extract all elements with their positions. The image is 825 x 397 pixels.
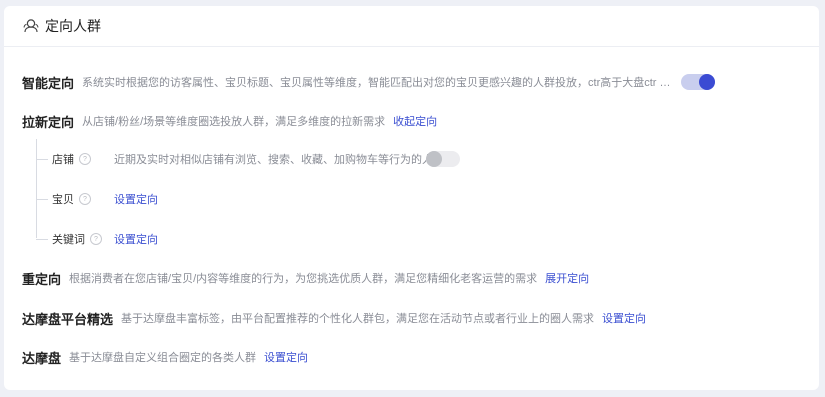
dmp-select-desc: 基于达摩盘丰富标签，由平台配置推荐的个性化人群包，满足您在活动节点或者行业上的圈… [121, 313, 595, 325]
tree-branch [36, 238, 48, 240]
acquisition-targeting-row: 拉新定向 从店铺/粉丝/场景等维度圈选投放人群，满足多维度的拉新需求 收起定向 [22, 111, 819, 131]
tree-branch [36, 198, 48, 200]
smart-targeting-label: 智能定向 [22, 75, 75, 91]
acquisition-targeting-desc: 从店铺/粉丝/场景等维度圈选投放人群，满足多维度的拉新需求 [82, 116, 386, 128]
collapse-targeting-link[interactable]: 收起定向 [393, 113, 437, 129]
sub-item-store-desc: 近期及实时对相似店铺有浏览、搜索、收藏、加购物车等行为的人群 [114, 154, 444, 166]
dmp-select-row: 达摩盘平台精选 基于达摩盘丰富标签，由平台配置推荐的个性化人群包，满足您在活动节… [22, 308, 819, 328]
page-title: 定向人群 [45, 18, 101, 34]
toggle-knob [699, 74, 715, 90]
retargeting-row: 重定向 根据消费者在您店铺/宝贝/内容等维度的行为，为您挑选优质人群，满足您精细… [22, 268, 819, 288]
expand-targeting-link[interactable]: 展开定向 [545, 270, 589, 286]
help-icon[interactable]: ? [90, 233, 102, 245]
targeting-card: 定向人群 智能定向 系统实时根据您的访客属性、宝贝标题、宝贝属性等维度，智能匹配… [4, 6, 819, 390]
sub-item-product: 宝贝 ? 设置定向 [36, 190, 158, 208]
sub-item-product-label: 宝贝 [52, 194, 74, 206]
dmp-select-label: 达摩盘平台精选 [22, 311, 114, 327]
retargeting-label: 重定向 [22, 271, 62, 287]
sub-item-store-label: 店铺 [52, 154, 74, 166]
dmp-select-set-targeting-link[interactable]: 设置定向 [602, 310, 646, 326]
tree-branch [36, 158, 48, 160]
help-icon[interactable]: ? [79, 153, 91, 165]
smart-targeting-toggle[interactable] [681, 74, 715, 90]
keyword-set-targeting-link[interactable]: 设置定向 [114, 231, 158, 247]
people-target-icon [22, 17, 40, 35]
dmp-row: 达摩盘 基于达摩盘自定义组合圈定的各类人群 设置定向 [22, 347, 819, 367]
retargeting-desc: 根据消费者在您店铺/宝贝/内容等维度的行为，为您挑选优质人群，满足您精细化老客运… [69, 273, 538, 285]
sub-item-keyword-label: 关键词 [52, 234, 85, 246]
card-header: 定向人群 [4, 6, 819, 47]
toggle-knob [426, 151, 442, 167]
product-set-targeting-link[interactable]: 设置定向 [114, 191, 158, 207]
help-icon[interactable]: ? [79, 193, 91, 205]
dmp-label: 达摩盘 [22, 350, 62, 366]
store-targeting-toggle[interactable] [426, 151, 460, 167]
dmp-desc: 基于达摩盘自定义组合圈定的各类人群 [69, 352, 257, 364]
smart-targeting-desc: 系统实时根据您的访客属性、宝贝标题、宝贝属性等维度，智能匹配出对您的宝贝更感兴趣… [82, 77, 673, 89]
dmp-set-targeting-link[interactable]: 设置定向 [264, 349, 308, 365]
sub-item-store: 店铺 ? 近期及实时对相似店铺有浏览、搜索、收藏、加购物车等行为的人群 [36, 150, 444, 168]
acquisition-targeting-label: 拉新定向 [22, 114, 75, 130]
sub-item-keyword: 关键词 ? 设置定向 [36, 230, 158, 248]
